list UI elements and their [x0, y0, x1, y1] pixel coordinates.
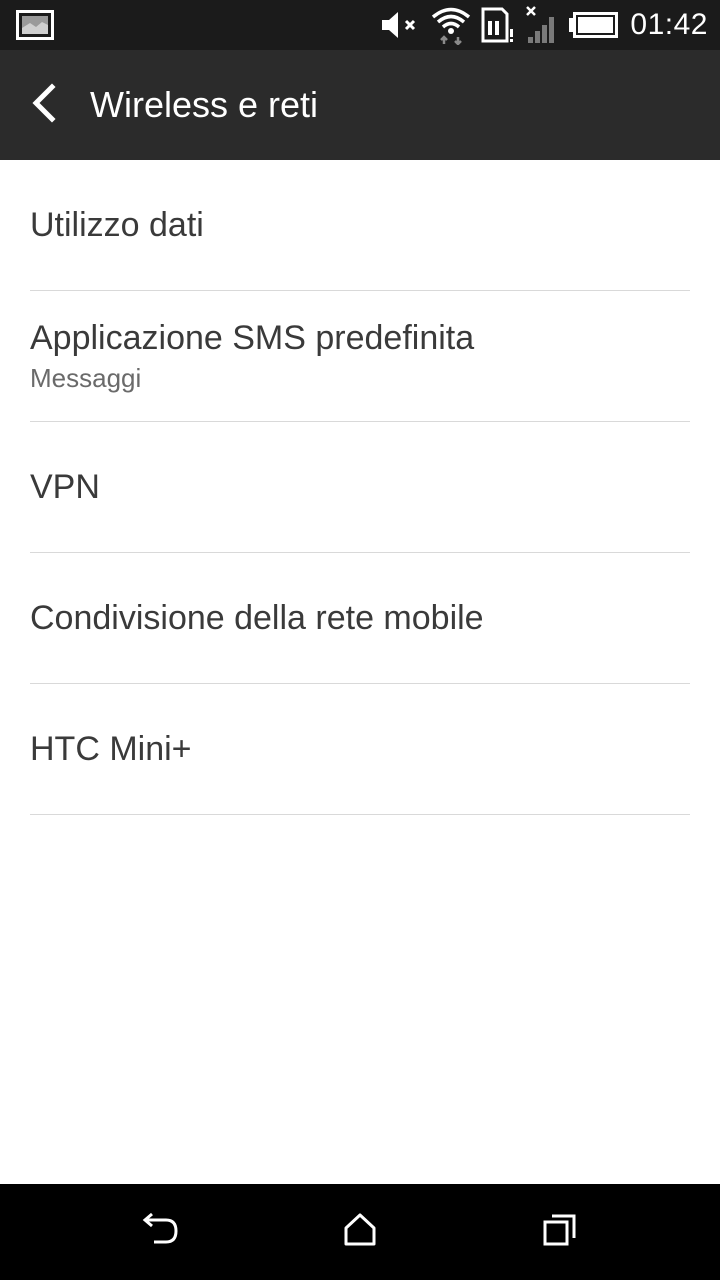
settings-list: Utilizzo dati Applicazione SMS predefini…: [0, 160, 720, 815]
page-title: Wireless e reti: [90, 84, 319, 125]
list-item-vpn[interactable]: VPN: [30, 422, 690, 553]
item-subtitle: Messaggi: [30, 363, 142, 393]
navigation-bar: [0, 1184, 720, 1280]
sim-alert-icon: [480, 7, 516, 43]
list-item-htc-mini[interactable]: HTC Mini+: [30, 684, 690, 815]
no-signal-icon: [524, 5, 560, 45]
item-title: Utilizzo dati: [30, 206, 204, 244]
back-icon: [140, 1210, 180, 1255]
mute-icon: [380, 10, 422, 40]
nav-home-button[interactable]: [330, 1202, 390, 1262]
status-time: 01:42: [630, 8, 708, 41]
list-item-sms-app[interactable]: Applicazione SMS predefinita Messaggi: [30, 291, 690, 422]
list-item-tethering[interactable]: Condivisione della rete mobile: [30, 553, 690, 684]
recents-icon: [540, 1210, 580, 1255]
list-item-utilizzo-dati[interactable]: Utilizzo dati: [30, 160, 690, 291]
back-arrow-icon: [30, 82, 60, 128]
action-bar: Wireless e reti: [0, 50, 720, 160]
back-button[interactable]: [0, 50, 90, 160]
status-bar: 01:42: [0, 0, 720, 50]
item-title: Applicazione SMS predefinita: [30, 319, 475, 357]
nav-back-button[interactable]: [130, 1202, 190, 1262]
home-icon: [340, 1210, 380, 1255]
item-title: Condivisione della rete mobile: [30, 599, 484, 637]
item-title: VPN: [30, 468, 100, 506]
nav-recents-button[interactable]: [530, 1202, 590, 1262]
gallery-notification-icon[interactable]: [16, 10, 54, 40]
item-title: HTC Mini+: [30, 730, 192, 768]
battery-icon: [568, 12, 619, 38]
wifi-icon: [430, 5, 472, 45]
